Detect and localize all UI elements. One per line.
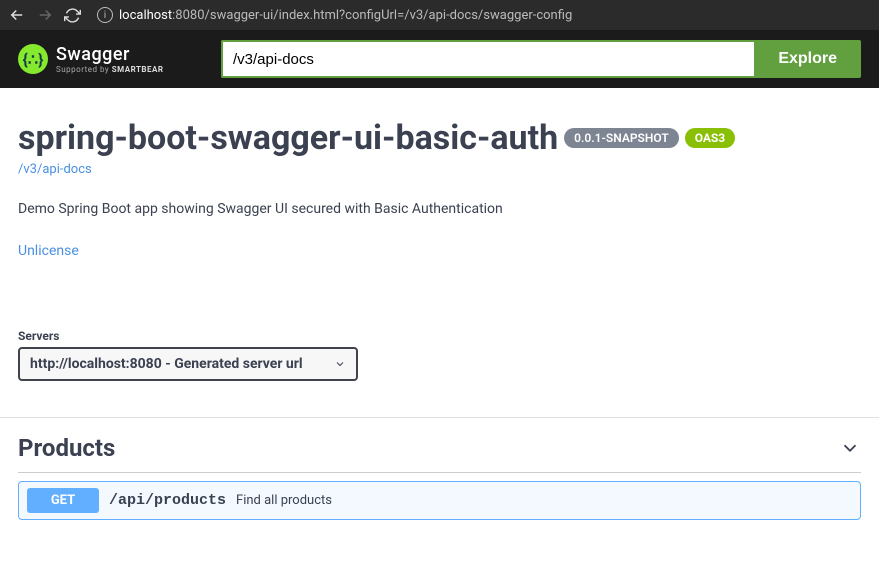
main-content: spring-boot-swagger-ui-basic-auth 0.0.1-… xyxy=(0,88,879,538)
reload-icon[interactable] xyxy=(64,7,81,24)
swagger-logo-icon: {∴} xyxy=(18,44,48,74)
http-method-badge: GET xyxy=(27,488,99,513)
operation-summary: Find all products xyxy=(236,493,332,508)
servers-selected-value: http://localhost:8080 - Generated server… xyxy=(30,356,303,372)
version-badge: 0.0.1-SNAPSHOT xyxy=(564,128,679,148)
api-docs-link[interactable]: /v3/api-docs xyxy=(18,162,92,177)
site-info-icon[interactable]: i xyxy=(97,7,113,23)
swagger-logo-subtext: Supported by SMARTBEAR xyxy=(56,65,164,74)
back-icon[interactable] xyxy=(8,6,26,24)
swagger-logo-text: Swagger xyxy=(56,44,164,65)
api-title: spring-boot-swagger-ui-basic-auth xyxy=(18,118,558,158)
tag-name: Products xyxy=(18,434,115,462)
chevron-down-icon xyxy=(334,358,346,370)
swagger-topbar: {∴} Swagger Supported by SMARTBEAR Explo… xyxy=(0,30,879,88)
forward-icon[interactable] xyxy=(36,6,54,24)
tag-divider xyxy=(18,472,861,473)
chevron-down-icon xyxy=(839,437,861,459)
browser-address-bar: i localhost:8080/swagger-ui/index.html?c… xyxy=(0,0,879,30)
servers-select[interactable]: http://localhost:8080 - Generated server… xyxy=(18,347,358,381)
oas-badge: OAS3 xyxy=(685,128,736,148)
swagger-logo[interactable]: {∴} Swagger Supported by SMARTBEAR xyxy=(18,44,164,74)
operation-get-products[interactable]: GET /api/products Find all products xyxy=(18,481,861,520)
license-link[interactable]: Unlicense xyxy=(18,243,79,259)
url-path: :8080/swagger-ui/index.html?configUrl=/v… xyxy=(172,8,572,23)
url-display[interactable]: i localhost:8080/swagger-ui/index.html?c… xyxy=(91,7,871,23)
servers-label: Servers xyxy=(18,329,861,343)
tag-header-products[interactable]: Products xyxy=(18,418,861,472)
api-description: Demo Spring Boot app showing Swagger UI … xyxy=(18,201,861,217)
operation-path: /api/products xyxy=(109,492,226,509)
explore-button[interactable]: Explore xyxy=(754,40,861,78)
spec-url-input[interactable] xyxy=(221,40,754,78)
spec-url-form: Explore xyxy=(221,40,861,78)
url-host: localhost xyxy=(119,8,172,23)
